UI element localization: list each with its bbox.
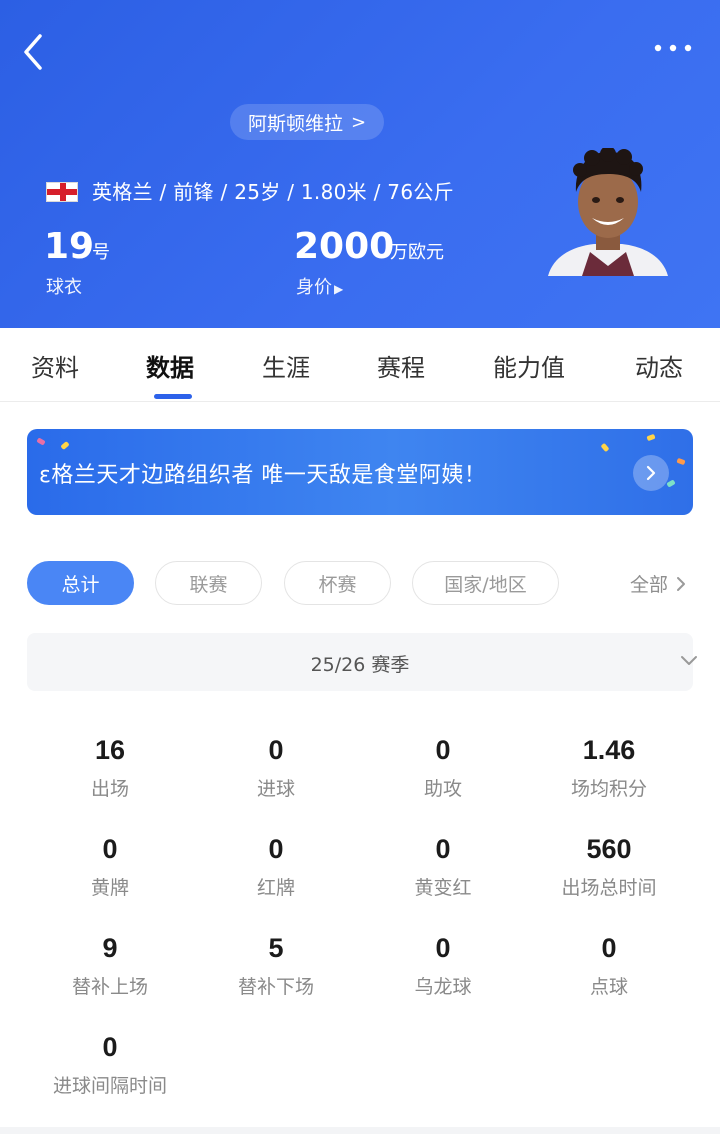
england-flag-icon <box>46 182 78 202</box>
stat-red-cards: 0 红牌 <box>193 831 359 900</box>
stat-label: 出场总时间 <box>561 877 657 899</box>
stat-sub-on: 9 替补上场 <box>27 930 193 999</box>
stat-value: 0 <box>601 933 617 963</box>
market-value-unit: 万欧元 <box>390 242 444 263</box>
play-triangle-icon: ▶ <box>334 282 344 296</box>
stat-own-goals: 0 乌龙球 <box>360 930 526 999</box>
season-selector[interactable]: 25/26 赛季 <box>27 633 697 691</box>
chevron-right-icon <box>646 465 656 481</box>
active-tab-indicator <box>154 394 192 399</box>
chevron-down-icon <box>681 656 697 665</box>
stat-penalties: 0 点球 <box>526 930 692 999</box>
player-info-line: 英格兰 / 前锋 / 25岁 / 1.80米 / 76公斤 <box>92 180 454 204</box>
stat-value: 0 <box>102 834 118 864</box>
stat-minutes-played: 560 出场总时间 <box>526 831 692 900</box>
shirt-number: 19 <box>44 226 95 267</box>
stat-label: 乌龙球 <box>414 976 472 998</box>
promo-banner[interactable]: ε格兰天才边路组织者 唯一天敌是食堂阿姨！ <box>27 429 693 515</box>
tab-career[interactable]: 生涯 <box>262 348 310 383</box>
filter-total[interactable]: 总计 <box>27 561 134 605</box>
tab-bar: 资料 数据 生涯 赛程 能力值 动态 <box>0 328 720 402</box>
stat-label: 出场 <box>90 778 129 800</box>
stat-value: 16 <box>94 735 126 765</box>
market-value: 2000 <box>294 226 395 267</box>
confetti-decoration <box>600 442 610 453</box>
stat-value: 0 <box>102 1032 118 1062</box>
tab-profile[interactable]: 资料 <box>31 348 79 383</box>
filter-cup[interactable]: 杯赛 <box>284 561 391 605</box>
team-name: 阿斯顿维拉 <box>248 112 344 135</box>
stat-assists: 0 助攻 <box>360 732 526 801</box>
stat-goals: 0 进球 <box>193 732 359 801</box>
filter-all-label: 全部 <box>630 574 669 596</box>
stat-value: 9 <box>102 933 118 963</box>
section-divider <box>0 1127 720 1134</box>
stat-label: 进球 <box>256 778 295 800</box>
stat-label: 红牌 <box>256 877 295 899</box>
stat-value: 0 <box>435 933 451 963</box>
stat-value: 0 <box>435 834 451 864</box>
market-value-label: 身价 <box>296 277 332 298</box>
shirt-label: 球衣 <box>46 277 82 298</box>
chevron-right-icon <box>677 576 686 591</box>
stat-value: 0 <box>268 834 284 864</box>
banner-text: ε格兰天才边路组织者 唯一天敌是食堂阿姨！ <box>39 463 487 488</box>
stat-label: 助攻 <box>423 778 462 800</box>
confetti-decoration <box>36 437 46 446</box>
player-avatar <box>548 148 668 276</box>
tab-data[interactable]: 数据 <box>146 348 194 383</box>
stat-value: 560 <box>586 834 632 864</box>
more-options-icon[interactable] <box>650 36 696 60</box>
stat-goal-interval: 0 进球间隔时间 <box>27 1029 193 1098</box>
shirt-number-unit: 号 <box>92 242 110 263</box>
confetti-decoration <box>60 441 70 450</box>
tab-schedule[interactable]: 赛程 <box>377 348 425 383</box>
stat-value: 0 <box>435 735 451 765</box>
stat-label: 黄变红 <box>414 877 472 899</box>
confetti-decoration <box>666 479 676 488</box>
filter-league[interactable]: 联赛 <box>155 561 262 605</box>
stat-value: 1.46 <box>582 735 636 765</box>
team-chevron-icon: > <box>351 111 367 133</box>
stat-value: 0 <box>268 735 284 765</box>
stat-label: 进球间隔时间 <box>52 1075 167 1097</box>
stat-label: 场均积分 <box>570 778 647 800</box>
filter-all-link[interactable]: 全部 <box>630 570 688 597</box>
confetti-decoration <box>646 433 656 442</box>
filter-national[interactable]: 国家/地区 <box>412 561 559 605</box>
banner-arrow-button[interactable] <box>633 455 669 491</box>
stat-label: 黄牌 <box>90 877 129 899</box>
confetti-decoration <box>676 457 686 466</box>
stat-yellow-cards: 0 黄牌 <box>27 831 193 900</box>
market-value-link[interactable]: 身价 ▶ <box>296 273 343 299</box>
stat-value: 5 <box>268 933 284 963</box>
stat-label: 替补下场 <box>237 976 314 998</box>
tab-news[interactable]: 动态 <box>635 348 683 383</box>
back-arrow-icon[interactable] <box>18 32 54 72</box>
tab-ability[interactable]: 能力值 <box>493 348 565 383</box>
team-link-pill[interactable]: 阿斯顿维拉 > <box>230 104 385 140</box>
stat-points-per-game: 1.46 场均积分 <box>526 732 692 801</box>
stat-second-yellow: 0 黄变红 <box>360 831 526 900</box>
stat-sub-off: 5 替补下场 <box>193 930 359 999</box>
stat-label: 替补上场 <box>71 976 148 998</box>
stat-label: 点球 <box>589 976 628 998</box>
player-header: 阿斯顿维拉 > 英格兰 / 前锋 / 25岁 / 1.80米 / 76公斤 19… <box>0 0 720 328</box>
season-label: 25/26 赛季 <box>310 654 410 676</box>
stat-appearances: 16 出场 <box>27 732 193 801</box>
